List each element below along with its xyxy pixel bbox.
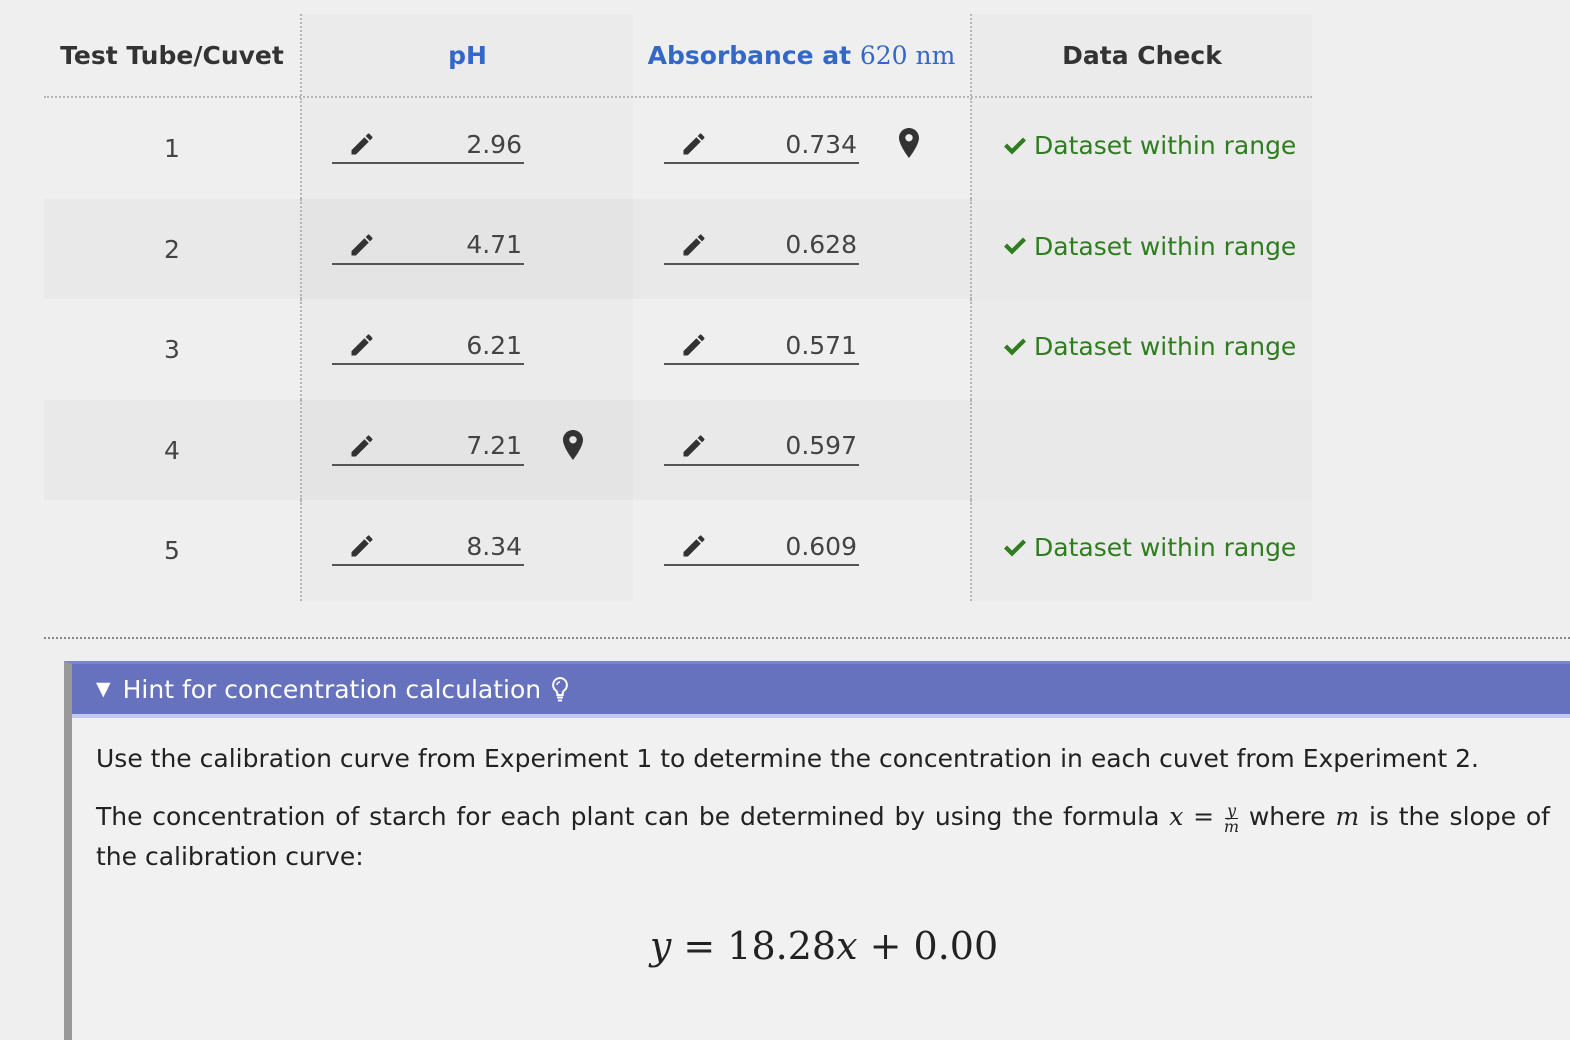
table-row: 3 6.21 0.571 Dataset within range bbox=[44, 299, 1312, 400]
ph-value: 4.71 bbox=[466, 230, 522, 259]
ph-cell: 8.34 bbox=[302, 500, 633, 601]
pencil-icon bbox=[351, 133, 373, 155]
ph-value: 2.96 bbox=[466, 129, 522, 159]
hint-paragraph: Use the calibration curve from Experimen… bbox=[96, 744, 1479, 773]
section-divider bbox=[44, 637, 1570, 639]
status-ok: Dataset within range bbox=[1004, 131, 1296, 160]
header-absorbance: Absorbance at 620 nm bbox=[633, 14, 972, 96]
status-ok: Dataset within range bbox=[1004, 533, 1296, 562]
header-data-check: Data Check bbox=[972, 14, 1312, 96]
absorbance-input[interactable]: 0.734 bbox=[664, 126, 859, 164]
fraction-denominator: m bbox=[1223, 816, 1240, 836]
hint-body: Use the calibration curve from Experimen… bbox=[72, 718, 1570, 968]
pencil-icon bbox=[683, 334, 705, 356]
absorbance-value: 0.734 bbox=[785, 129, 857, 159]
absorbance-value: 0.571 bbox=[785, 330, 857, 360]
pencil-icon bbox=[683, 233, 705, 255]
ph-cell: 2.96 bbox=[302, 98, 633, 199]
pencil-icon bbox=[683, 535, 705, 557]
equation-mid: = 18.28 bbox=[671, 924, 837, 968]
header-absorbance-unit: 620 nm bbox=[859, 40, 956, 70]
ph-input[interactable]: 7.21 bbox=[332, 428, 524, 466]
table-row: 5 8.34 0.609 Dataset within range bbox=[44, 500, 1312, 601]
pencil-icon bbox=[683, 434, 705, 456]
tube-number: 5 bbox=[44, 500, 302, 601]
table-header: Test Tube/Cuvet pH Absorbance at 620 nm … bbox=[44, 14, 1312, 98]
pencil-icon bbox=[351, 434, 373, 456]
absorbance-value: 0.628 bbox=[785, 230, 857, 259]
header-absorbance-label: Absorbance at bbox=[647, 40, 852, 70]
formula-lhs: x = bbox=[1169, 802, 1215, 831]
hint-toggle[interactable]: ▼ Hint for concentration calculation bbox=[72, 664, 1570, 718]
equation-y: y bbox=[649, 924, 672, 968]
ph-input[interactable]: 8.34 bbox=[332, 528, 524, 566]
pencil-icon bbox=[351, 334, 373, 356]
absorbance-input[interactable]: 0.628 bbox=[664, 227, 859, 265]
table-row: 4 7.21 0.597 bbox=[44, 399, 1312, 501]
pencil-icon bbox=[351, 535, 373, 557]
map-marker-icon[interactable] bbox=[563, 429, 583, 460]
absorbance-cell: 0.734 bbox=[633, 98, 972, 199]
hint-title: Hint for concentration calculation bbox=[122, 674, 542, 704]
map-marker-icon[interactable] bbox=[899, 128, 919, 158]
ph-input[interactable]: 6.21 bbox=[332, 327, 524, 365]
ph-cell: 6.21 bbox=[302, 299, 633, 400]
status-text: Dataset within range bbox=[1034, 533, 1297, 562]
tube-number: 3 bbox=[44, 299, 302, 400]
hint-text: where bbox=[1248, 802, 1326, 831]
table-row: 2 4.71 0.628 Dataset within range bbox=[44, 198, 1312, 300]
pencil-icon bbox=[351, 233, 373, 255]
absorbance-input[interactable]: 0.571 bbox=[664, 327, 859, 365]
status-text: Dataset within range bbox=[1034, 231, 1297, 261]
equation-x: x bbox=[836, 924, 858, 968]
status-ok: Dataset within range bbox=[1004, 332, 1296, 361]
status-text: Dataset within range bbox=[1034, 332, 1297, 361]
ph-cell: 7.21 bbox=[302, 400, 633, 501]
pencil-icon bbox=[683, 133, 705, 155]
ph-value: 6.21 bbox=[466, 330, 522, 360]
header-tube: Test Tube/Cuvet bbox=[44, 14, 302, 96]
data-check-cell: Dataset within range bbox=[972, 199, 1312, 300]
slope-variable: m bbox=[1335, 802, 1360, 831]
formula-fraction: ym bbox=[1223, 802, 1240, 836]
absorbance-cell: 0.628 bbox=[633, 198, 972, 299]
checkmark-icon bbox=[1004, 137, 1026, 154]
data-check-cell bbox=[972, 400, 1312, 501]
triangle-down-icon: ▼ bbox=[96, 678, 111, 700]
checkmark-icon bbox=[1004, 237, 1026, 255]
status-text: Dataset within range bbox=[1034, 131, 1297, 160]
hint-panel: ▼ Hint for concentration calculation Use… bbox=[64, 661, 1570, 1040]
absorbance-input[interactable]: 0.597 bbox=[664, 428, 859, 466]
header-ph: pH bbox=[302, 14, 633, 96]
tube-number: 2 bbox=[44, 198, 302, 299]
data-check-cell: Dataset within range bbox=[972, 500, 1312, 601]
absorbance-cell: 0.597 bbox=[633, 399, 972, 500]
ph-cell: 4.71 bbox=[302, 199, 633, 300]
lightbulb-icon bbox=[552, 676, 569, 702]
tube-number: 1 bbox=[44, 98, 302, 199]
data-check-cell: Dataset within range bbox=[972, 299, 1312, 400]
checkmark-icon bbox=[1004, 338, 1026, 355]
absorbance-input[interactable]: 0.609 bbox=[664, 528, 859, 566]
absorbance-cell: 0.609 bbox=[633, 500, 972, 601]
table-row: 1 2.96 0.734 Dataset within range bbox=[44, 98, 1312, 199]
absorbance-value: 0.609 bbox=[785, 531, 857, 561]
ph-input[interactable]: 4.71 bbox=[332, 227, 524, 265]
calibration-equation: y = 18.28x + 0.00 bbox=[72, 924, 1570, 968]
equation-rest: + 0.00 bbox=[857, 924, 999, 968]
tube-number: 4 bbox=[44, 399, 302, 500]
hint-paragraph: The concentration of starch for each pla… bbox=[96, 797, 1550, 877]
absorbance-value: 0.597 bbox=[785, 431, 857, 460]
data-check-cell: Dataset within range bbox=[972, 98, 1312, 199]
hint-text: The concentration of starch for each pla… bbox=[96, 802, 1160, 831]
ph-value: 8.34 bbox=[466, 531, 522, 561]
checkmark-icon bbox=[1004, 539, 1026, 556]
absorbance-cell: 0.571 bbox=[633, 299, 972, 400]
status-ok: Dataset within range bbox=[1004, 232, 1296, 261]
ph-input[interactable]: 2.96 bbox=[332, 126, 524, 164]
ph-value: 7.21 bbox=[466, 431, 522, 460]
data-table: Test Tube/Cuvet pH Absorbance at 620 nm … bbox=[44, 14, 1312, 601]
